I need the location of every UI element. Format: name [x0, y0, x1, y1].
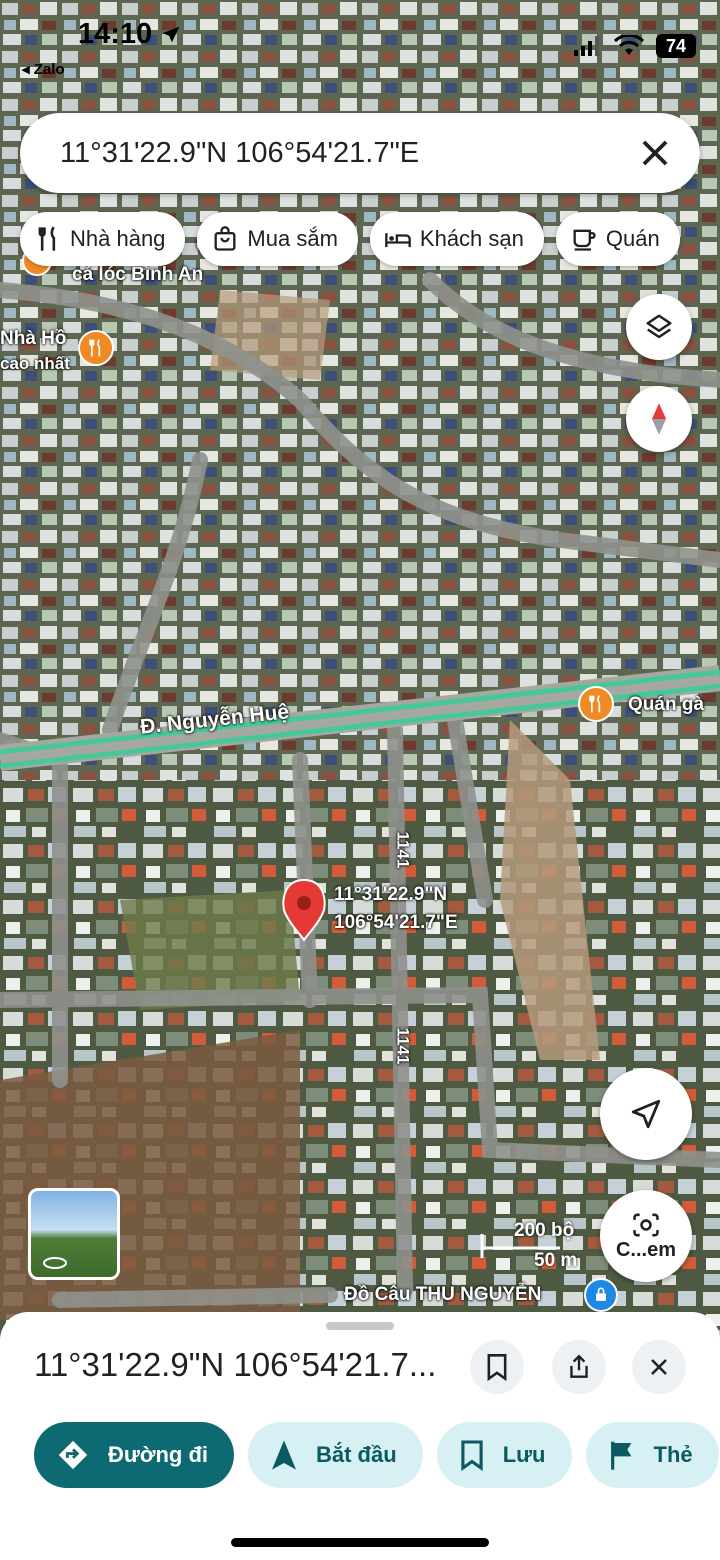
navigation-arrow-icon [272, 1440, 296, 1470]
camera-button-label: C...em [615, 1238, 677, 1261]
action-label: Bắt đầu [316, 1442, 397, 1467]
status-icons: 74 [574, 34, 696, 58]
chip-restaurants[interactable]: Nhà hàng [20, 212, 186, 266]
pin-label: 106°54'21.7"E [334, 912, 458, 933]
map-label-poi[interactable]: cá lóc Bình An [72, 264, 203, 286]
restaurant-poi-icon[interactable] [78, 330, 114, 366]
tag-button[interactable]: Thẻ [585, 1422, 719, 1488]
search-bar[interactable]: 11°31'22.9"N 106°54'21.7"E [20, 113, 700, 193]
place-title: 11°31'22.9"N 106°54'21.7... [34, 1346, 437, 1383]
restaurant-icon [38, 226, 56, 251]
layers-icon [646, 314, 672, 339]
camera-icon [633, 1213, 659, 1236]
close-icon [651, 1359, 667, 1375]
place-bottom-sheet[interactable]: 11°31'22.9"N 106°54'21.7... Đường đi Bắt… [0, 1312, 720, 1560]
chip-label: Khách sạn [419, 226, 524, 251]
wifi-icon [614, 35, 644, 55]
shop-poi-icon[interactable] [584, 1278, 618, 1312]
chip-label: Mua sắm [247, 226, 338, 251]
action-buttons: Đường đi Bắt đầu Lưu Thẻ [34, 1422, 719, 1488]
pin-label: 11°31'22.9"N [334, 884, 448, 905]
bookmark-icon [487, 1354, 507, 1381]
chip-label: Nhà hàng [70, 226, 166, 251]
road-label-1141: 1141 [393, 831, 413, 869]
scale-feet: 200 bộ [514, 1220, 575, 1241]
coffee-icon [573, 229, 596, 251]
flag-icon [610, 1441, 631, 1470]
restaurant-poi-icon[interactable] [578, 686, 614, 722]
close-sheet-button[interactable] [632, 1340, 686, 1394]
home-indicator[interactable] [231, 1538, 489, 1547]
drag-handle[interactable] [326, 1322, 394, 1330]
search-query[interactable]: 11°31'22.9"N 106°54'21.7"E [60, 137, 636, 170]
chip-label: Quán [605, 226, 660, 251]
bed-icon [385, 233, 411, 248]
start-button[interactable]: Bắt đầu [248, 1422, 423, 1488]
compass-button[interactable] [626, 386, 692, 452]
shopping-bag-icon [214, 226, 236, 251]
map-label-poi[interactable]: Nhà Hồ [0, 328, 67, 350]
save-button[interactable]: Lưu [436, 1422, 572, 1488]
battery-indicator: 74 [656, 34, 696, 58]
directions-icon [58, 1440, 88, 1470]
action-label: Đường đi [108, 1442, 208, 1467]
road-label-1141: 1141 [393, 1027, 413, 1065]
chip-shopping[interactable]: Mua sắm [197, 212, 358, 266]
map-label-poi[interactable]: Quán gà [628, 694, 704, 716]
rotate-360-icon [43, 1257, 67, 1269]
scale-meters: 50 m [534, 1250, 578, 1271]
category-chips: Nhà hàng Mua sắm Khách sạn Quán [20, 212, 680, 266]
navigation-arrow-icon [631, 1099, 661, 1129]
layers-button[interactable] [626, 294, 692, 360]
save-bookmark-button[interactable] [470, 1340, 524, 1394]
share-button[interactable] [552, 1340, 606, 1394]
map-label-poi[interactable]: cao nhất [0, 354, 70, 374]
chip-cafe[interactable]: Quán [555, 212, 680, 266]
chip-hotels[interactable]: Khách sạn [369, 212, 544, 266]
my-location-button[interactable] [600, 1068, 692, 1160]
compass-icon [651, 403, 667, 435]
close-icon[interactable] [636, 134, 674, 172]
share-icon [570, 1354, 588, 1378]
action-label: Lưu [502, 1442, 546, 1467]
bookmark-icon [461, 1440, 483, 1471]
directions-button[interactable]: Đường đi [34, 1422, 234, 1488]
camera-search-button[interactable]: C...em [600, 1190, 692, 1282]
signal-icon [574, 36, 599, 56]
street-view-thumbnail[interactable] [28, 1188, 120, 1280]
status-time: 14:10 [78, 18, 182, 51]
location-arrow-icon [162, 27, 180, 43]
map-label-poi[interactable]: Đồ Câu THU NGUYỄN [344, 1284, 541, 1306]
action-label: Thẻ [653, 1442, 693, 1467]
back-to-app[interactable]: ◂ Zalo [22, 60, 65, 78]
